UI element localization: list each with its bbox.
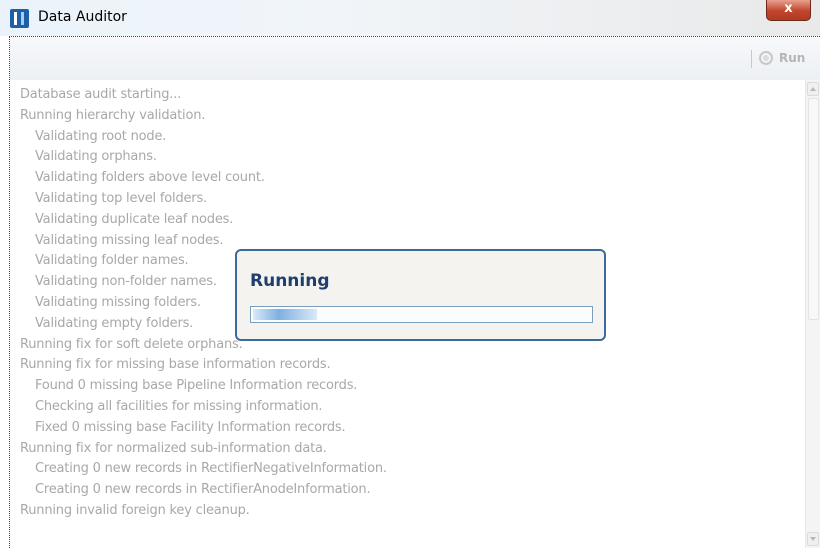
app-icon xyxy=(10,9,29,28)
progress-bar xyxy=(250,306,593,323)
log-line: Checking all facilities for missing info… xyxy=(35,399,323,414)
log-line: Found 0 missing base Pipeline Informatio… xyxy=(35,378,358,394)
log-line: Running fix for missing base information… xyxy=(20,357,331,373)
log-line: Running fix for normalized sub-informati… xyxy=(20,440,327,456)
log-line: Validating non-folder names. xyxy=(35,274,217,290)
log-line: Running hierarchy validation. xyxy=(20,107,206,123)
log-line: Validating missing folders. xyxy=(35,295,201,310)
running-dialog: Running xyxy=(235,249,606,341)
progress-fill xyxy=(253,309,317,320)
toolbar: Run xyxy=(10,37,820,80)
vertical-scrollbar[interactable] xyxy=(805,80,820,548)
run-label: Run xyxy=(779,51,806,65)
log-line: Validating empty folders. xyxy=(35,315,194,331)
window-title: Data Auditor xyxy=(38,9,127,25)
dialog-title: Running xyxy=(250,271,330,291)
run-icon xyxy=(759,51,773,65)
log-line: Validating missing leaf nodes. xyxy=(35,232,224,248)
title-bar: Data Auditor x xyxy=(0,0,820,36)
log-line: Validating folders above level count. xyxy=(35,170,265,186)
log-line: Fixed 0 missing base Facility Informatio… xyxy=(35,419,346,435)
log-line: Validating duplicate leaf nodes. xyxy=(35,211,234,227)
log-line: Validating top level folders. xyxy=(35,191,207,206)
scroll-down-arrow-icon[interactable] xyxy=(807,532,819,546)
log-line: Creating 0 new records in RectifierNegat… xyxy=(35,461,387,477)
scroll-up-arrow-icon[interactable] xyxy=(807,82,819,96)
log-line: Validating orphans. xyxy=(35,149,157,165)
log-line: Validating folder names. xyxy=(35,253,189,269)
toolbar-separator xyxy=(751,50,752,68)
log-line: Running fix for soft delete orphans. xyxy=(20,336,243,352)
log-line: Database audit starting... xyxy=(20,87,182,102)
run-button[interactable]: Run xyxy=(759,45,805,71)
log-line: Validating root node. xyxy=(35,128,167,144)
log-line: Creating 0 new records in RectifierAnode… xyxy=(35,482,371,498)
log-line: Running invalid foreign key cleanup. xyxy=(20,503,250,518)
close-button[interactable]: x xyxy=(766,0,811,21)
scroll-thumb[interactable] xyxy=(808,98,819,320)
